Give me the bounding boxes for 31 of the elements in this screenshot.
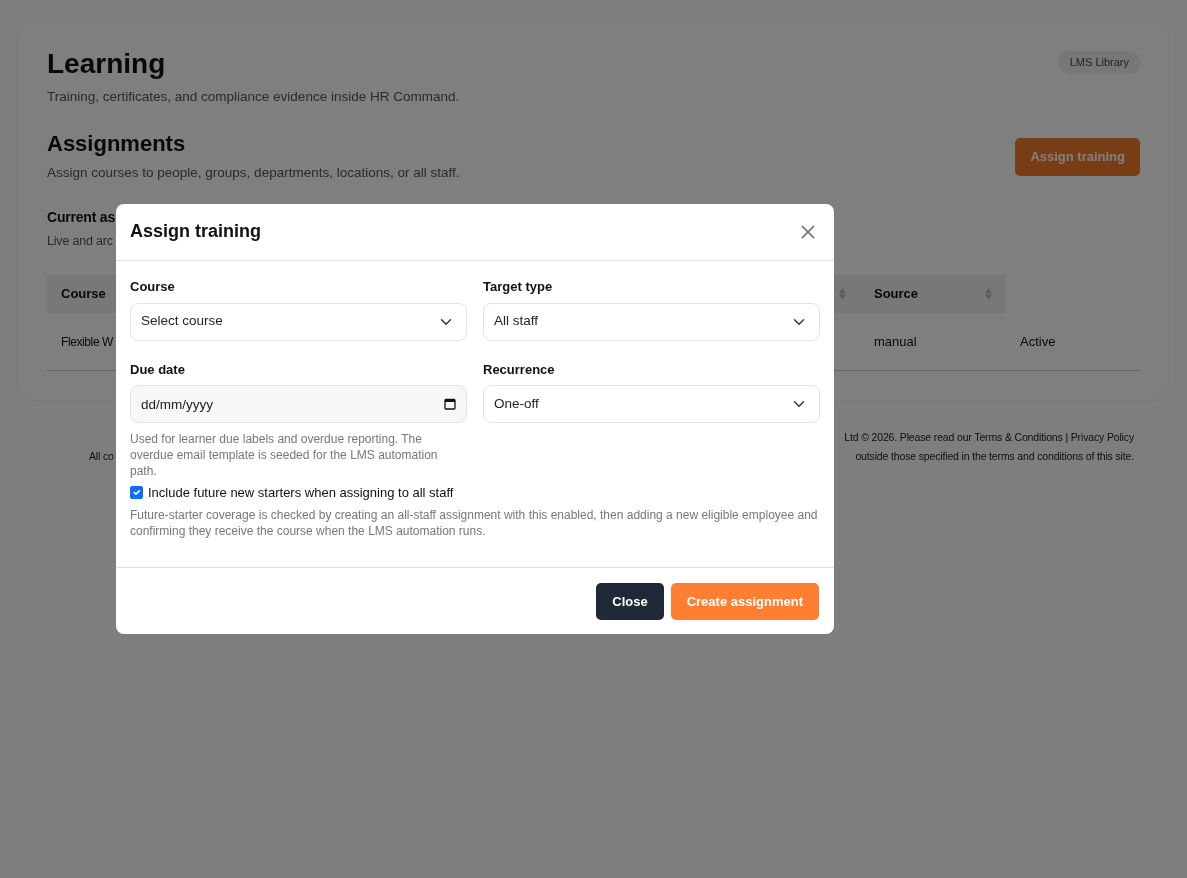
modal-title: Assign training bbox=[130, 221, 261, 243]
help-text: Future-starter coverage is checked by creating an all-staff assignment with this enabled, then adding a new eligible employee and confirming they receive the course when the LMS automation runs. bbox=[130, 506, 819, 539]
table-cell: Active bbox=[1006, 313, 1140, 372]
select-field[interactable]: One-off bbox=[483, 385, 820, 423]
table-cell: manual bbox=[860, 313, 1006, 372]
date-field[interactable]: dd/mm/yyyy bbox=[130, 385, 467, 423]
library-tag: LMS Library bbox=[1058, 51, 1140, 74]
section-title: Assignments bbox=[47, 130, 187, 158]
terms-link[interactable]: Terms & Conditions bbox=[974, 431, 1063, 444]
current-assignments-subtitle: Live and arc bbox=[47, 233, 113, 251]
privacy-link[interactable]: Privacy Policy bbox=[1070, 431, 1134, 444]
current-assignments-title: Current as bbox=[47, 208, 116, 228]
column-header[interactable]: Source bbox=[860, 275, 1006, 314]
select-field[interactable]: All staff bbox=[483, 302, 820, 341]
section-subtitle: Assign courses to people, groups, departments, locations, or all staff. bbox=[47, 164, 460, 183]
page-title: Learning bbox=[47, 47, 167, 81]
field-label: Recurrence bbox=[483, 360, 556, 379]
footer-text: outside those specified in the terms and conditions of this site. bbox=[855, 449, 1134, 465]
close-button[interactable]: Close bbox=[596, 582, 664, 620]
column-label: Course bbox=[61, 285, 106, 304]
field-label: Target type bbox=[483, 278, 554, 296]
footer-text: All co bbox=[89, 449, 114, 465]
select-field[interactable]: Select course bbox=[130, 302, 467, 341]
help-text: Used for learner due labels and overdue reporting. The overdue email template is seeded for the LMS automation path. bbox=[130, 431, 439, 479]
page-subtitle: Training, certificates, and compliance evidence inside HR Command. bbox=[47, 87, 460, 106]
include-starters-checkbox[interactable] bbox=[130, 486, 143, 500]
field-label: Course bbox=[130, 278, 176, 296]
checkbox-label[interactable]: Include future new starters when assigning to all staff bbox=[148, 483, 454, 503]
footer-copyright: Ltd © 2026. Please read our Terms & Conditions | Privacy Policy bbox=[844, 430, 1134, 446]
calendar-icon[interactable] bbox=[444, 398, 456, 410]
column-label: Source bbox=[874, 285, 919, 304]
